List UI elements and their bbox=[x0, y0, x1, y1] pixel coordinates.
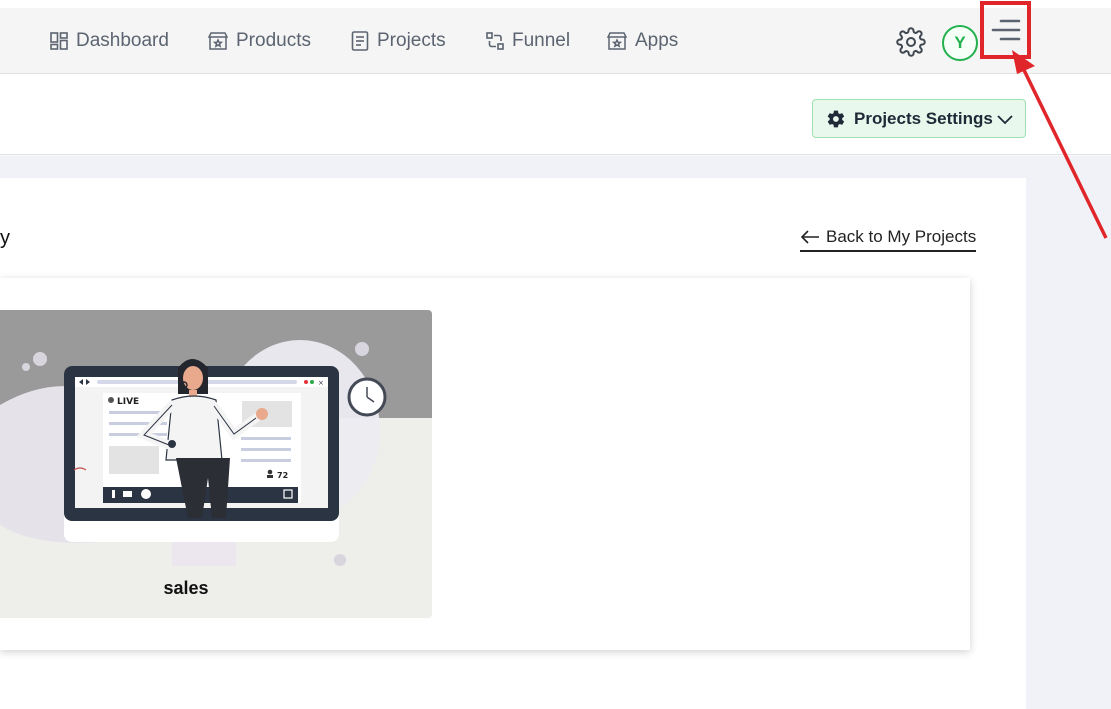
funnel-flow-icon bbox=[486, 32, 504, 50]
store-icon bbox=[208, 32, 228, 50]
sub-header: Projects Settings bbox=[0, 74, 1111, 155]
gear-icon bbox=[896, 27, 926, 57]
avatar-initial: Y bbox=[954, 33, 966, 52]
live-badge-text: LIVE bbox=[117, 397, 139, 407]
store-icon bbox=[607, 32, 627, 50]
svg-text:×: × bbox=[318, 379, 324, 387]
arrow-left-icon bbox=[800, 230, 819, 244]
hamburger-menu-icon bbox=[991, 19, 1020, 41]
nav-item-funnel[interactable]: Funnel bbox=[486, 8, 570, 74]
projects-settings-dropdown-button[interactable]: Projects Settings bbox=[812, 99, 1026, 138]
project-card[interactable]: × LIVE 72 bbox=[0, 310, 432, 618]
nav-label-dashboard: Dashboard bbox=[76, 30, 169, 51]
nav-label-apps: Apps bbox=[635, 30, 679, 51]
chevron-down-icon bbox=[997, 115, 1013, 125]
projects-settings-label: Projects Settings bbox=[854, 108, 993, 128]
nav-item-apps[interactable]: Apps bbox=[607, 8, 678, 74]
viewer-count: 72 bbox=[277, 471, 288, 480]
nav-label-funnel: Funnel bbox=[512, 30, 571, 51]
settings-gear-button[interactable] bbox=[896, 27, 926, 57]
live-presentation-illustration: × LIVE 72 bbox=[0, 340, 387, 566]
page-title: y bbox=[0, 227, 10, 249]
document-icon bbox=[351, 31, 369, 51]
gear-icon bbox=[827, 110, 845, 127]
user-avatar[interactable]: Y bbox=[942, 25, 978, 61]
dashboard-grid-icon bbox=[50, 32, 68, 50]
nav-item-projects[interactable]: Projects bbox=[351, 8, 446, 74]
back-to-my-projects-link[interactable]: Back to My Projects bbox=[800, 226, 977, 252]
nav-item-products[interactable]: Products bbox=[208, 8, 311, 74]
hamburger-menu-button[interactable] bbox=[980, 1, 1031, 59]
nav-label-products: Products bbox=[236, 30, 311, 51]
nav-label-projects: Projects bbox=[377, 30, 446, 51]
back-link-label: Back to My Projects bbox=[826, 227, 977, 246]
top-navigation-bar: Dashboard Products Projects Funnel Apps bbox=[0, 8, 1111, 74]
project-name: sales bbox=[163, 578, 209, 598]
nav-item-dashboard[interactable]: Dashboard bbox=[50, 8, 169, 74]
